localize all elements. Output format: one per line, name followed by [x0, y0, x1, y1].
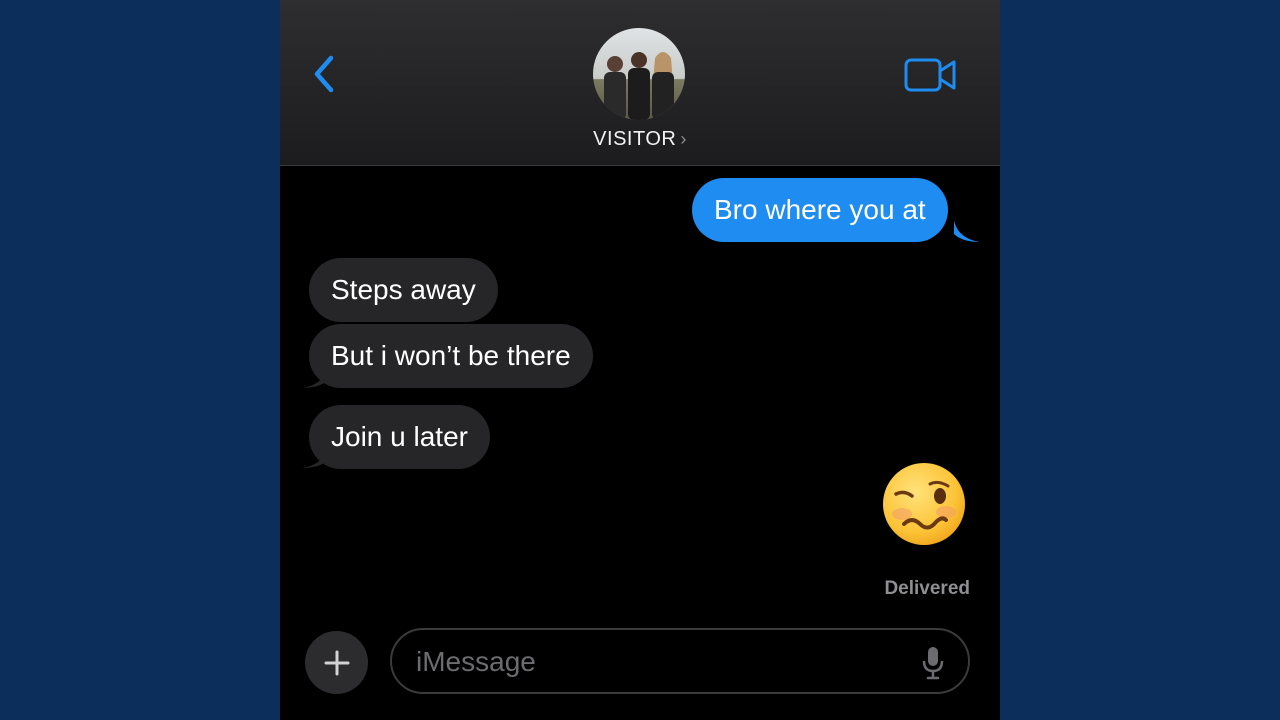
plus-icon — [324, 650, 349, 675]
message-bubble-incoming[interactable]: Join u later — [309, 405, 490, 469]
woozy-face-icon — [883, 463, 965, 545]
video-camera-icon — [904, 58, 956, 92]
imessage-input[interactable] — [414, 630, 898, 694]
message-bubble-outgoing[interactable]: Bro where you at — [692, 178, 948, 242]
contact-name: VISITOR — [593, 128, 677, 150]
microphone-icon — [922, 647, 944, 680]
contact-avatar[interactable] — [593, 28, 685, 120]
chevron-right-icon: › — [680, 129, 687, 149]
group-photo — [593, 28, 685, 120]
message-bubble-incoming[interactable]: But i won’t be there — [309, 324, 593, 388]
message-bubble-incoming[interactable]: Steps away — [309, 258, 498, 322]
message-composer — [390, 628, 970, 694]
apps-plus-button[interactable] — [305, 631, 368, 694]
messages-screen: VISITOR › Bro where you at Steps away But… — [280, 0, 1000, 720]
outgoing-bubble-tail — [954, 220, 980, 242]
dictation-button[interactable] — [922, 646, 944, 680]
back-button[interactable] — [304, 52, 344, 96]
chevron-left-icon — [314, 55, 334, 93]
contact-name-button[interactable]: VISITOR › — [280, 128, 1000, 151]
video-call-button[interactable] — [904, 56, 958, 94]
conversation-header: VISITOR › — [280, 0, 1000, 166]
delivery-status: Delivered — [884, 578, 970, 599]
woozy-face-emoji-message[interactable] — [880, 460, 968, 548]
